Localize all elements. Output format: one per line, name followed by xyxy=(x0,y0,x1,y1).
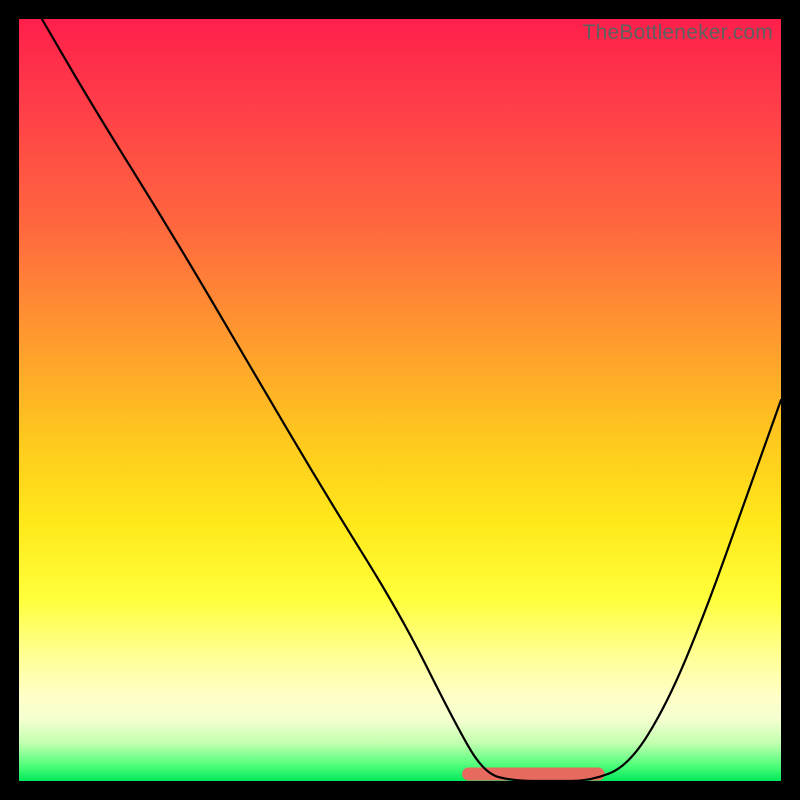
chart-frame: TheBottleneker.com xyxy=(0,0,800,800)
chart-plot-area: TheBottleneker.com xyxy=(19,19,781,781)
chart-overlay xyxy=(19,19,781,781)
bottleneck-curve xyxy=(42,19,781,781)
